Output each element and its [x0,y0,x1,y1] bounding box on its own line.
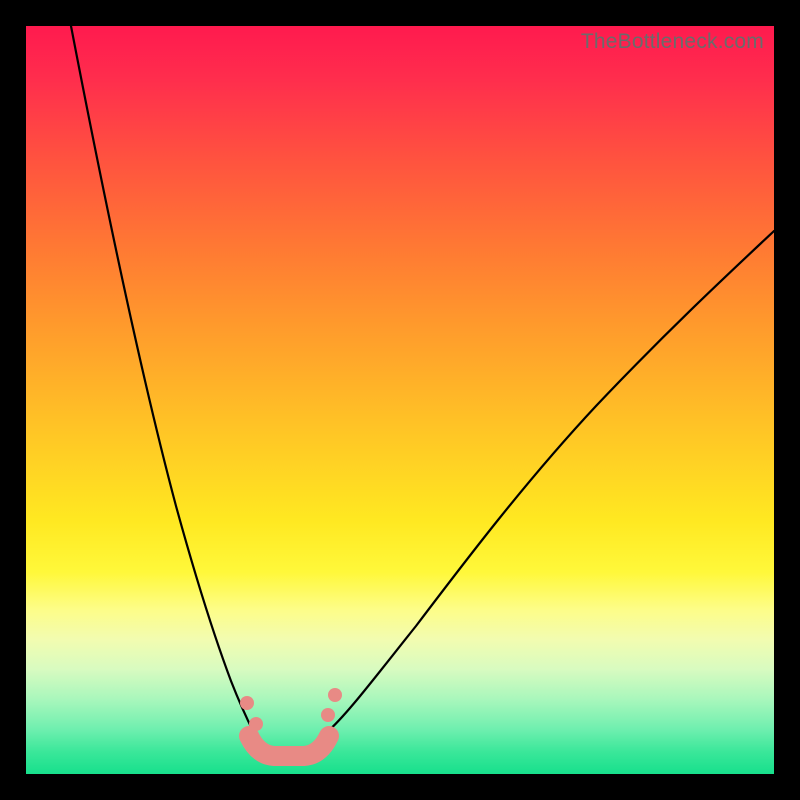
marker-dot [328,688,342,702]
marker-dot [321,708,335,722]
marker-dot [249,717,263,731]
left-curve [71,26,254,733]
right-curve [326,231,774,733]
chart-area: TheBottleneck.com [26,26,774,774]
chart-svg [26,26,774,774]
marker-dot [240,696,254,710]
valley-marker [249,736,329,756]
